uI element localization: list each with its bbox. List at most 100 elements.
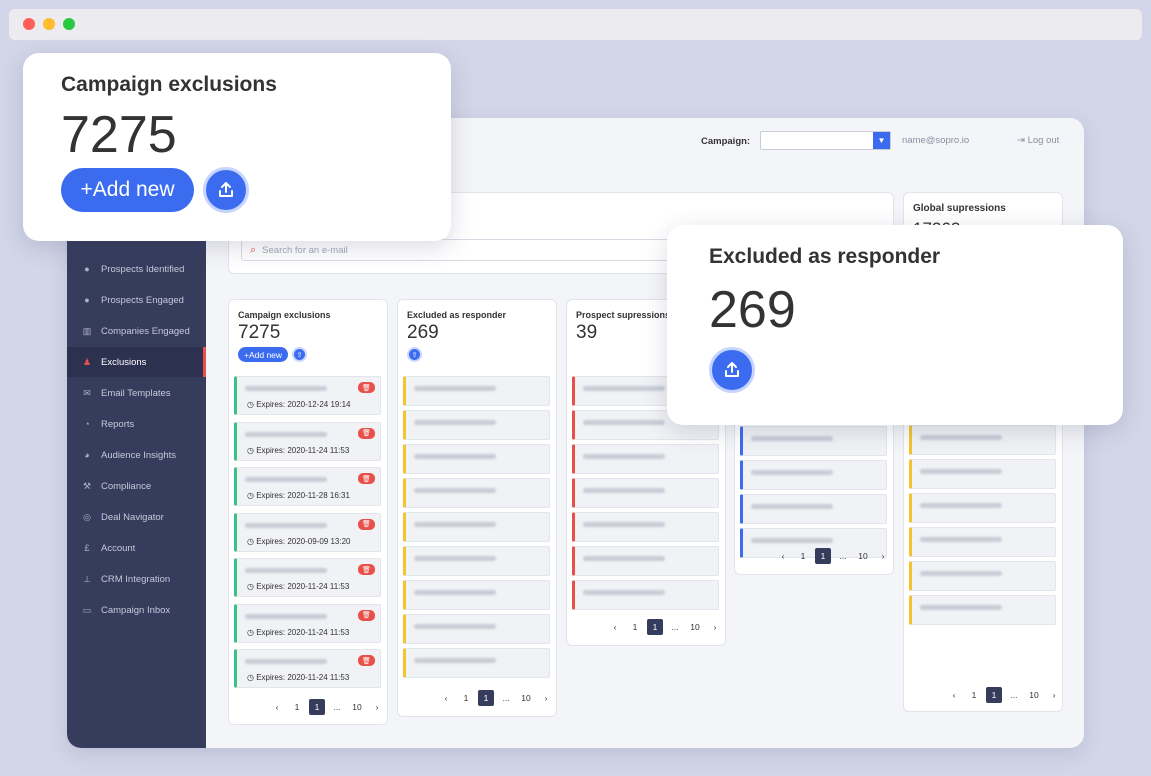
page-last[interactable]: 10 bbox=[855, 548, 871, 564]
trash-icon[interactable]: 🗑 bbox=[358, 382, 375, 393]
sidebar-item-companies-engaged[interactable]: ▥ Companies Engaged bbox=[67, 316, 206, 346]
list-item[interactable] bbox=[403, 410, 550, 440]
sidebar-item-label: Exclusions bbox=[101, 356, 147, 368]
prev-page-icon[interactable]: ‹ bbox=[269, 699, 285, 715]
redacted-email bbox=[414, 556, 496, 561]
page-last[interactable]: 10 bbox=[1026, 687, 1042, 703]
next-page-icon[interactable]: › bbox=[538, 690, 554, 706]
global-suppressions-title: Global supressions bbox=[913, 203, 1006, 214]
maximize-window-icon[interactable] bbox=[63, 18, 75, 30]
sitemap-icon: ⊥ bbox=[83, 573, 91, 584]
list-item[interactable] bbox=[403, 376, 550, 406]
list-item[interactable] bbox=[740, 460, 887, 490]
upload-icon[interactable]: ⇪ bbox=[407, 347, 422, 362]
list-item[interactable] bbox=[572, 580, 719, 610]
sidebar-item-deal-navigator[interactable]: ◎ Deal Navigator bbox=[67, 502, 206, 532]
list-item[interactable] bbox=[909, 595, 1056, 625]
campaign-label: Campaign: bbox=[701, 136, 751, 147]
page-first[interactable]: 1 bbox=[458, 690, 474, 706]
add-new-button[interactable]: +Add new bbox=[61, 168, 194, 212]
page-current[interactable]: 1 bbox=[478, 690, 494, 706]
next-page-icon[interactable]: › bbox=[875, 548, 891, 564]
list-item[interactable] bbox=[909, 527, 1056, 557]
sidebar-item-account[interactable]: £ Account bbox=[67, 533, 206, 563]
page-current[interactable]: 1 bbox=[309, 699, 325, 715]
redacted-email bbox=[583, 522, 665, 527]
sidebar-item-compliance[interactable]: ⚒ Compliance bbox=[67, 471, 206, 501]
sidebar-item-reports[interactable]: ◔ Reports bbox=[67, 409, 206, 439]
close-window-icon[interactable] bbox=[23, 18, 35, 30]
page-first[interactable]: 1 bbox=[795, 548, 811, 564]
prev-page-icon[interactable]: ‹ bbox=[438, 690, 454, 706]
list-item[interactable]: 🗑 ◷ Expires: 2020-11-24 11:53 bbox=[234, 603, 381, 643]
list-item[interactable]: 🗑 ◷ Expires: 2020-12-24 19:14 bbox=[234, 376, 381, 415]
list-item[interactable] bbox=[740, 494, 887, 524]
list-item[interactable]: 🗑 ◷ Expires: 2020-09-09 13:20 bbox=[234, 512, 381, 552]
page-current[interactable]: 1 bbox=[647, 619, 663, 635]
list-item[interactable]: 🗑 ◷ Expires: 2020-11-24 11:53 bbox=[234, 421, 381, 461]
page-first[interactable]: 1 bbox=[966, 687, 982, 703]
list-item[interactable]: 🗑 ◷ Expires: 2020-11-24 11:53 bbox=[234, 649, 381, 688]
list-item[interactable] bbox=[403, 512, 550, 542]
sidebar-item-crm-integration[interactable]: ⊥ CRM Integration bbox=[67, 564, 206, 594]
next-page-icon[interactable]: › bbox=[707, 619, 723, 635]
list-item[interactable] bbox=[572, 478, 719, 508]
callout-title: Campaign exclusions bbox=[61, 73, 277, 96]
sidebar-item-audience-insights[interactable]: ◕ Audience Insights bbox=[67, 440, 206, 470]
sidebar-item-prospects-engaged[interactable]: ● Prospects Engaged bbox=[67, 285, 206, 315]
sidebar-item-campaign-inbox[interactable]: ▭ Campaign Inbox bbox=[67, 595, 206, 625]
list-item[interactable] bbox=[909, 561, 1056, 591]
page-last[interactable]: 10 bbox=[687, 619, 703, 635]
page-first[interactable]: 1 bbox=[289, 699, 305, 715]
list-item[interactable] bbox=[403, 614, 550, 644]
prev-page-icon[interactable]: ‹ bbox=[607, 619, 623, 635]
logout-link[interactable]: ⇥ Log out bbox=[1017, 135, 1059, 146]
list-item[interactable] bbox=[572, 546, 719, 576]
list-item[interactable]: 🗑 ◷ Expires: 2020-11-28 16:31 bbox=[234, 467, 381, 506]
prev-page-icon[interactable]: ‹ bbox=[946, 687, 962, 703]
redacted-email bbox=[245, 386, 327, 391]
sidebar-item-label: Reports bbox=[101, 418, 135, 430]
minimize-window-icon[interactable] bbox=[43, 18, 55, 30]
list-item[interactable] bbox=[403, 444, 550, 474]
trash-icon[interactable]: 🗑 bbox=[358, 473, 375, 484]
sidebar-item-label: Prospects Engaged bbox=[101, 294, 184, 306]
list-item[interactable] bbox=[572, 512, 719, 542]
list-item[interactable] bbox=[909, 425, 1056, 455]
sidebar-item-exclusions[interactable]: ♟ Exclusions bbox=[67, 347, 206, 377]
trash-icon[interactable]: 🗑 bbox=[358, 427, 375, 439]
upload-icon[interactable]: ⇪ bbox=[292, 347, 307, 362]
upload-icon[interactable] bbox=[203, 167, 249, 213]
list-item[interactable] bbox=[403, 580, 550, 610]
page-current[interactable]: 1 bbox=[986, 687, 1002, 703]
add-new-button[interactable]: +Add new bbox=[238, 347, 289, 362]
sidebar-item-prospects-identified[interactable]: ● Prospects Identified bbox=[67, 254, 206, 284]
redacted-email bbox=[245, 659, 327, 664]
page-last[interactable]: 10 bbox=[349, 699, 365, 715]
prev-page-icon[interactable]: ‹ bbox=[775, 548, 791, 564]
sidebar-item-email-templates[interactable]: ✉ Email Templates bbox=[67, 378, 206, 408]
upload-icon[interactable] bbox=[709, 347, 755, 393]
list-item[interactable] bbox=[740, 426, 887, 456]
sidebar-item-label: Campaign Inbox bbox=[101, 604, 171, 616]
list-item[interactable] bbox=[572, 444, 719, 474]
next-page-icon[interactable]: › bbox=[1046, 687, 1062, 703]
list-item[interactable] bbox=[909, 493, 1056, 523]
redacted-email bbox=[245, 568, 327, 573]
redacted-email bbox=[414, 658, 496, 663]
trash-icon[interactable]: 🗑 bbox=[358, 518, 375, 530]
page-current[interactable]: 1 bbox=[815, 548, 831, 564]
list-item[interactable]: 🗑 ◷ Expires: 2020-11-24 11:53 bbox=[234, 558, 381, 597]
list-item[interactable] bbox=[909, 459, 1056, 489]
next-page-icon[interactable]: › bbox=[369, 699, 385, 715]
trash-icon[interactable]: 🗑 bbox=[358, 609, 375, 621]
list-item[interactable] bbox=[403, 546, 550, 576]
campaign-select[interactable]: ▼ bbox=[760, 131, 891, 150]
page-last[interactable]: 10 bbox=[518, 690, 534, 706]
pound-icon: £ bbox=[84, 543, 90, 553]
trash-icon[interactable]: 🗑 bbox=[358, 564, 375, 575]
page-first[interactable]: 1 bbox=[627, 619, 643, 635]
list-item[interactable] bbox=[403, 478, 550, 508]
list-item[interactable] bbox=[403, 648, 550, 678]
trash-icon[interactable]: 🗑 bbox=[358, 655, 375, 666]
